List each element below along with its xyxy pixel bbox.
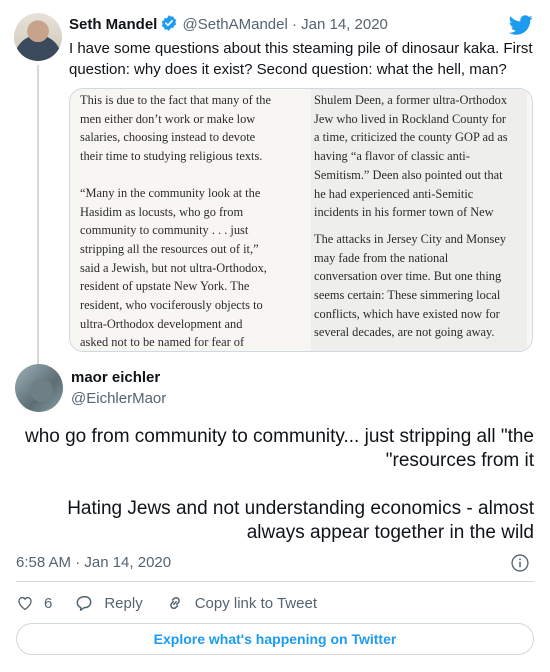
reply-label: Reply xyxy=(104,594,143,612)
copy-link-label: Copy link to Tweet xyxy=(194,594,317,612)
tweet-paragraph: Hating Jews and not understanding econom… xyxy=(67,498,534,543)
tweet-text: who go from community to community... ju… xyxy=(16,425,534,569)
reply-icon xyxy=(76,596,92,611)
article-paragraph: “Many in the community look at the Hasid… xyxy=(80,185,267,350)
like-count: 6 xyxy=(44,594,53,612)
quoted-tweet-header: Seth Mandel @SethAMandel · Jan 14, 2020 xyxy=(69,14,388,38)
tweet-paragraph: who go from community to community... ju… xyxy=(24,426,534,471)
quoted-author-name[interactable]: Seth Mandel xyxy=(69,16,157,33)
divider xyxy=(16,581,534,582)
article-paragraph: Shulem Deen, a former ultra-Orthodox Jew… xyxy=(314,93,508,220)
article-paragraph: This is due to the fact that many of the… xyxy=(80,93,271,164)
tweet-timestamp[interactable]: 6:58 AM · Jan 14, 2020 xyxy=(16,553,171,573)
tweet-card: Seth Mandel @SethAMandel · Jan 14, 2020 … xyxy=(0,0,550,672)
article-left-column: This is due to the fact that many of the… xyxy=(80,89,302,351)
info-icon[interactable] xyxy=(510,553,530,573)
quoted-handle-date[interactable]: @SethAMandel · Jan 14, 2020 xyxy=(183,16,388,33)
author-handle[interactable]: @EichlerMaor xyxy=(71,389,166,409)
heart-icon xyxy=(18,596,32,611)
seth-mandel-avatar[interactable] xyxy=(14,13,62,61)
maor-eichler-avatar[interactable] xyxy=(15,364,63,412)
reply-button[interactable]: Reply xyxy=(74,593,143,613)
tweet-actions: 6 Reply Copy link to Tweet xyxy=(16,592,339,614)
quoted-tweet-text: I have some questions about this steamin… xyxy=(69,40,533,78)
twitter-bird-icon[interactable] xyxy=(509,13,533,37)
article-right-column: Shulem Deen, a former ultra-Orthodox Jew… xyxy=(311,89,527,351)
article-paragraph: The attacks in Jersey City and Monsey ma… xyxy=(314,231,507,340)
copy-link-button[interactable]: Copy link to Tweet xyxy=(165,593,317,613)
quoted-tweet-image[interactable]: This is due to the fact that many of the… xyxy=(69,88,533,352)
thread-connector-line xyxy=(37,65,39,365)
like-button[interactable]: 6 xyxy=(16,594,52,612)
verified-badge-icon xyxy=(160,14,178,38)
author-name[interactable]: maor eichler xyxy=(71,368,160,388)
explore-twitter-button[interactable]: Explore what's happening on Twitter xyxy=(16,623,534,655)
link-icon xyxy=(169,596,180,610)
